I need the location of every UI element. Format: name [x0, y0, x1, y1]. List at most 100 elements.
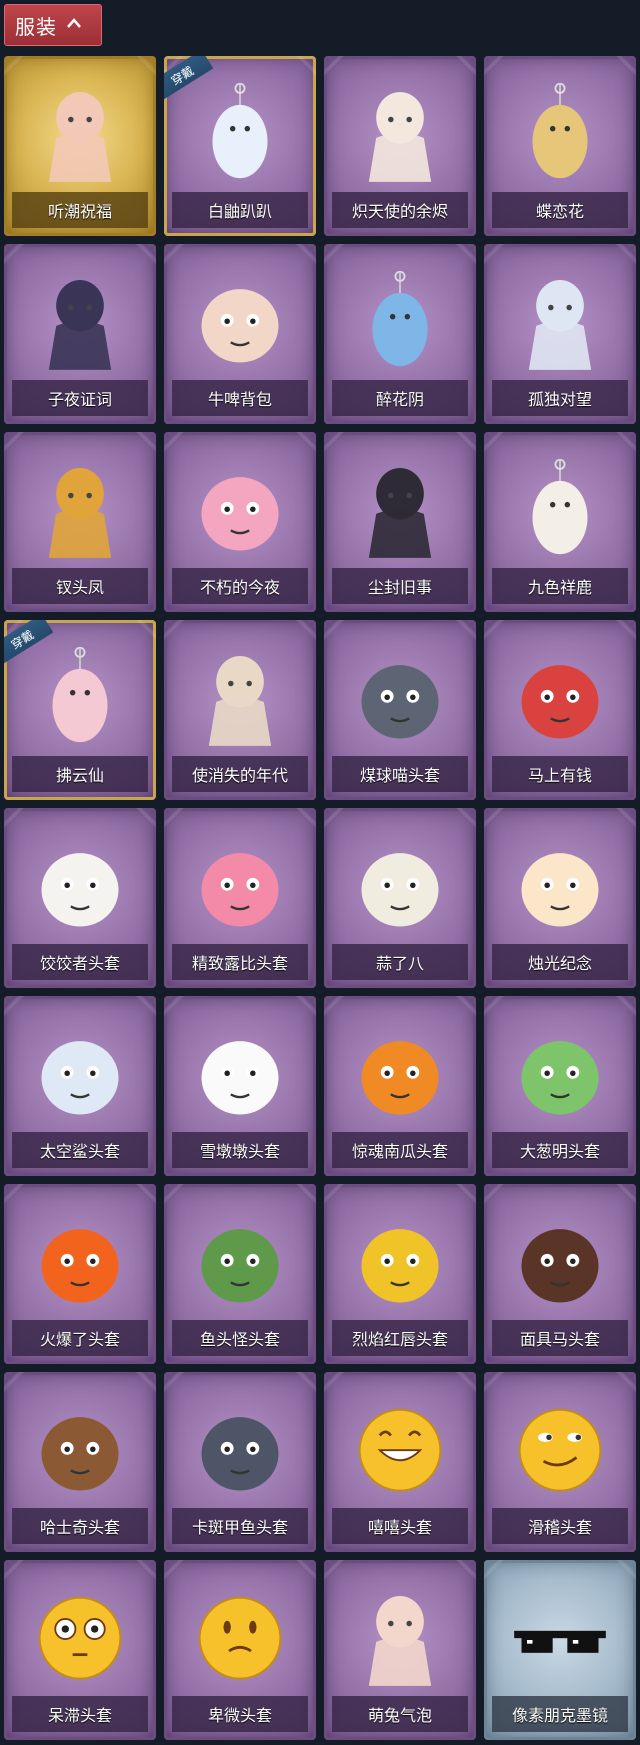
outfit-label: 饺饺者头套 [39, 954, 120, 973]
outfit-card[interactable]: 马上有钱 [484, 620, 636, 800]
outfit-label: 蒜了八 [375, 954, 424, 973]
outfit-label-bar: 炽天使的余烬 [332, 192, 468, 228]
white-ferret-plush-icon [185, 76, 295, 196]
yellow-pika-head-icon [345, 1204, 455, 1324]
outfit-card[interactable]: 哈士奇头套 [4, 1372, 156, 1552]
outfit-label: 蝶恋花 [535, 202, 584, 221]
outfit-label-bar: 蝶恋花 [492, 192, 628, 228]
outfit-card[interactable]: 嘻嘻头套 [324, 1372, 476, 1552]
outfit-label: 像素朋克墨镜 [511, 1706, 608, 1725]
outfit-label: 子夜证词 [47, 390, 112, 409]
smirk-emoji-head-icon [505, 1392, 615, 1512]
dog-head-sunglasses-icon [25, 1392, 135, 1512]
outfit-card[interactable]: 子夜证词 [4, 244, 156, 424]
outfit-label: 惊魂南瓜头套 [351, 1142, 448, 1161]
outfit-label-bar: 烈焰红唇头套 [332, 1320, 468, 1356]
outfit-card[interactable]: 卡斑甲鱼头套 [164, 1372, 316, 1552]
outfit-label-bar: 火爆了头套 [12, 1320, 148, 1356]
outfit-label-bar: 大葱明头套 [492, 1132, 628, 1168]
outfit-card[interactable]: 钗头凤 [4, 432, 156, 612]
outfit-label: 面具马头套 [519, 1330, 600, 1349]
outfit-card[interactable]: 炽天使的余烬 [324, 56, 476, 236]
outfit-card[interactable]: 饺饺者头套 [4, 808, 156, 988]
outfit-label: 太空鲨头套 [39, 1142, 120, 1161]
outfit-card[interactable]: 不朽的今夜 [164, 432, 316, 612]
outfit-card[interactable]: 蒜了八 [324, 808, 476, 988]
shy-emoji-head-icon [185, 1580, 295, 1700]
outfit-label-bar: 不朽的今夜 [172, 568, 308, 604]
outfit-card[interactable]: 牛啤背包 [164, 244, 316, 424]
outfit-label-bar: 白鼬趴趴 [172, 192, 308, 228]
outfit-card[interactable]: 蝶恋花 [484, 56, 636, 236]
outfit-card[interactable]: 醉花阴 [324, 244, 476, 424]
outfit-label: 卑微头套 [207, 1706, 272, 1725]
outfit-label: 九色祥鹿 [527, 578, 592, 597]
outfit-label: 醉花阴 [375, 390, 424, 409]
outfit-card[interactable]: 惊魂南瓜头套 [324, 996, 476, 1176]
outfit-label-bar: 烛光纪念 [492, 944, 628, 980]
outfit-label: 火爆了头套 [39, 1330, 120, 1349]
outfit-card[interactable]: 精致露比头套 [164, 808, 316, 988]
outfit-label-bar: 呆滞头套 [12, 1696, 148, 1732]
pumpkin-head-icon [345, 1016, 455, 1136]
plague-doctor-doll-icon [25, 264, 135, 384]
scallion-head-icon [505, 1016, 615, 1136]
outfit-card[interactable]: 穿戴 白鼬趴趴 [164, 56, 316, 236]
outfit-label: 听潮祝福 [47, 202, 112, 221]
outfit-card[interactable]: 卑微头套 [164, 1560, 316, 1740]
outfit-card[interactable]: 太空鲨头套 [4, 996, 156, 1176]
outfit-label-bar: 拂云仙 [12, 756, 148, 792]
outfit-card[interactable]: 面具马头套 [484, 1184, 636, 1364]
outfit-label-bar: 九色祥鹿 [492, 568, 628, 604]
section-title: 服装 [15, 14, 57, 39]
outfit-label-bar: 萌兔气泡 [332, 1696, 468, 1732]
outfit-label-bar: 醉花阴 [332, 380, 468, 416]
outfit-label: 大葱明头套 [519, 1142, 600, 1161]
outfit-label: 拂云仙 [55, 766, 104, 785]
outfit-label-bar: 雪墩墩头套 [172, 1132, 308, 1168]
outfit-label-bar: 马上有钱 [492, 756, 628, 792]
outfit-label-bar: 牛啤背包 [172, 380, 308, 416]
outfit-label-bar: 哈士奇头套 [12, 1508, 148, 1544]
outfit-label: 哈士奇头套 [39, 1518, 120, 1537]
outfit-label-bar: 钗头凤 [12, 568, 148, 604]
fish-gray-head-icon [185, 1392, 295, 1512]
fish-head-icon [185, 1204, 295, 1324]
outfit-card[interactable]: 听潮祝福 [4, 56, 156, 236]
outfit-card[interactable]: 大葱明头套 [484, 996, 636, 1176]
outfit-card[interactable]: 使消失的年代 [164, 620, 316, 800]
outfit-label: 煤球喵头套 [359, 766, 440, 785]
outfit-card[interactable]: 穿戴 拂云仙 [4, 620, 156, 800]
outfit-card[interactable]: 滑稽头套 [484, 1372, 636, 1552]
outfit-label: 雪墩墩头套 [199, 1142, 280, 1161]
candle-head-icon [505, 828, 615, 948]
outfit-card[interactable]: 孤独对望 [484, 244, 636, 424]
outfit-card[interactable]: 煤球喵头套 [324, 620, 476, 800]
deer-charm-icon [505, 452, 615, 572]
outfit-card[interactable]: 萌兔气泡 [324, 1560, 476, 1740]
outfit-label-bar: 面具马头套 [492, 1320, 628, 1356]
sleeping-doll-icon [185, 640, 295, 760]
outfit-label-bar: 精致露比头套 [172, 944, 308, 980]
outfit-card[interactable]: 鱼头怪头套 [164, 1184, 316, 1364]
pink-beaver-head-icon [185, 828, 295, 948]
outfit-label: 卡斑甲鱼头套 [191, 1518, 288, 1537]
cow-beer-mug-icon [185, 264, 295, 384]
bunny-bubble-doll-icon [345, 1580, 455, 1700]
outfit-card[interactable]: 尘封旧事 [324, 432, 476, 612]
doll-mannequin-wings-icon [25, 76, 135, 196]
outfit-section-toggle[interactable]: 服装 [4, 4, 102, 46]
outfit-card[interactable]: 火爆了头套 [4, 1184, 156, 1364]
outfit-card[interactable]: 像素朋克墨镜 [484, 1560, 636, 1740]
outfit-card[interactable]: 九色祥鹿 [484, 432, 636, 612]
outfit-label: 呆滞头套 [47, 1706, 112, 1725]
dumpling-head-icon [25, 828, 135, 948]
outfit-card[interactable]: 雪墩墩头套 [164, 996, 316, 1176]
outfit-label: 精致露比头套 [191, 954, 288, 973]
pink-fox-bowl-icon [185, 452, 295, 572]
dark-hair-doll-icon [345, 452, 455, 572]
angel-doll-icon [345, 76, 455, 196]
outfit-card[interactable]: 烈焰红唇头套 [324, 1184, 476, 1364]
outfit-card[interactable]: 烛光纪念 [484, 808, 636, 988]
outfit-card[interactable]: 呆滞头套 [4, 1560, 156, 1740]
